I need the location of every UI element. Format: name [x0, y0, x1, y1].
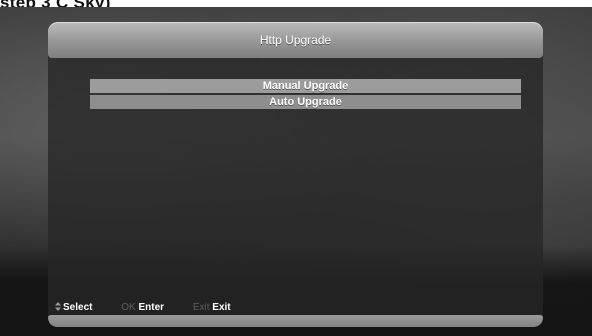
menu-item-auto-upgrade[interactable]: Auto Upgrade	[90, 95, 521, 109]
tv-screen: Http Upgrade Manual Upgrade Auto Upgrade…	[0, 7, 592, 336]
up-down-arrow-icon	[55, 302, 61, 311]
help-exit: Exit Exit	[193, 300, 231, 316]
screenshot: step 3 C Sky) Http Upgrade Manual Upgrad…	[0, 0, 592, 336]
help-bar: Select OK Enter Exit Exit	[55, 300, 257, 316]
help-select: Select	[55, 300, 92, 316]
menu-item-manual-upgrade[interactable]: Manual Upgrade	[90, 79, 521, 93]
help-enter: OK Enter	[121, 300, 164, 316]
upgrade-dialog: Http Upgrade Manual Upgrade Auto Upgrade…	[48, 22, 543, 327]
exit-key-hint: Exit	[192, 302, 210, 313]
help-enter-label: Enter	[138, 302, 165, 313]
help-select-label: Select	[63, 302, 93, 313]
ok-key-hint: OK	[121, 302, 136, 313]
dialog-bottom-bar	[48, 315, 543, 327]
help-exit-label: Exit	[212, 302, 231, 313]
dialog-title: Http Upgrade	[259, 33, 332, 47]
upgrade-menu: Manual Upgrade Auto Upgrade	[90, 79, 521, 111]
dialog-title-bar: Http Upgrade	[48, 22, 543, 58]
